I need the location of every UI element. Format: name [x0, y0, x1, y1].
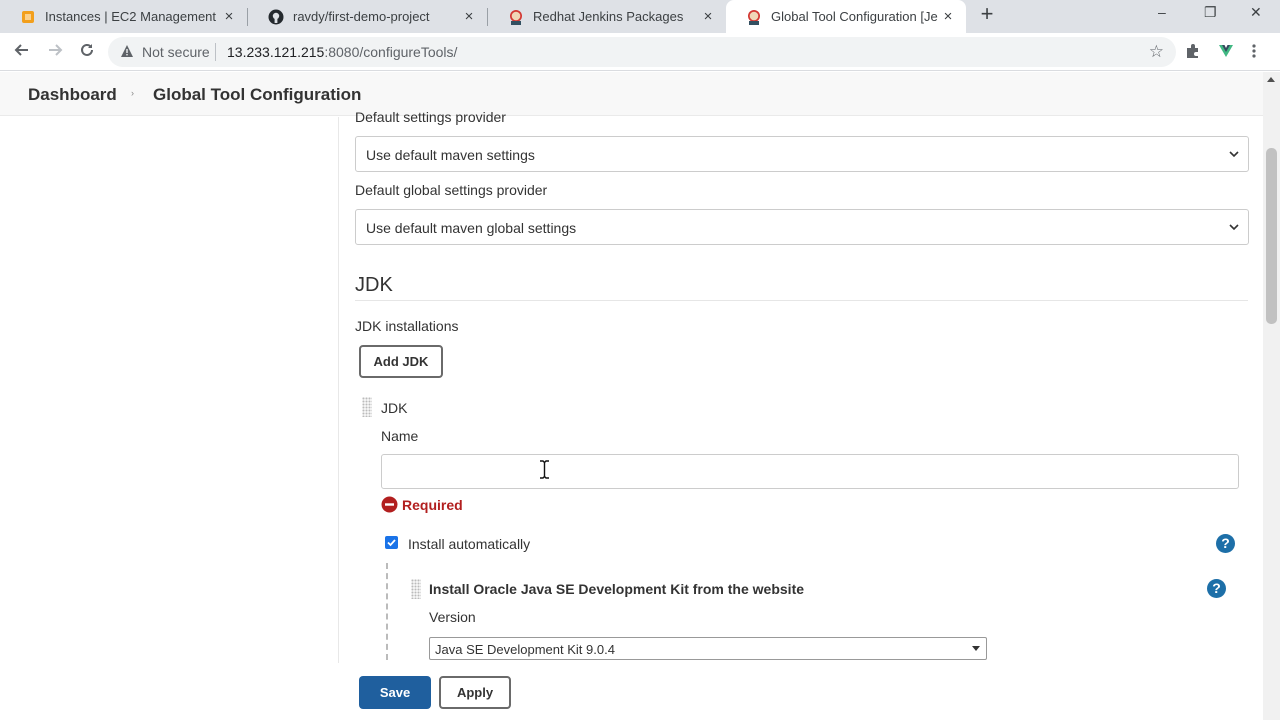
- new-tab-button[interactable]: +: [976, 3, 998, 25]
- version-label: Version: [429, 609, 476, 625]
- jenkins-icon: [508, 9, 524, 25]
- warning-icon: [120, 44, 134, 63]
- url-path: :8080/configureTools/: [324, 44, 458, 60]
- security-status[interactable]: Not secure: [142, 44, 210, 60]
- vue-extension-icon[interactable]: [1218, 43, 1236, 61]
- jdk-name-label: Name: [381, 428, 419, 444]
- restore-icon[interactable]: ❐: [1204, 4, 1217, 21]
- aws-icon: [20, 9, 36, 25]
- back-arrow-icon[interactable]: [11, 41, 33, 63]
- browser-toolbar: Not secure 13.233.121.215:8080/configure…: [0, 33, 1280, 71]
- section-divider: [355, 300, 1248, 301]
- select-value: Java SE Development Kit 9.0.4: [435, 642, 615, 657]
- default-global-settings-provider-label: Default global settings provider: [355, 182, 548, 198]
- chevron-down-icon: [972, 646, 980, 651]
- tab-title: ravdy/first-demo-project: [293, 9, 430, 24]
- drag-handle-icon[interactable]: [362, 397, 372, 417]
- github-icon: [268, 9, 284, 25]
- default-global-settings-provider-select[interactable]: Use default maven global settings: [355, 209, 1249, 245]
- jdk-item-title: JDK: [381, 400, 408, 416]
- help-icon[interactable]: ?: [1207, 579, 1226, 598]
- jdk-section-title: JDK: [355, 274, 393, 296]
- required-text: Required: [402, 496, 463, 513]
- select-value: Use default maven settings: [366, 147, 535, 163]
- installer-border: [386, 563, 388, 660]
- minimize-icon[interactable]: –: [1158, 4, 1166, 20]
- apply-button[interactable]: Apply: [439, 676, 511, 709]
- forward-arrow-icon[interactable]: [44, 41, 66, 63]
- checkmark-icon: [387, 539, 396, 547]
- scroll-up-arrow-icon[interactable]: [1267, 77, 1275, 82]
- close-icon[interactable]: ×: [219, 8, 239, 25]
- tab-github-project[interactable]: ravdy/first-demo-project ×: [248, 0, 487, 33]
- tab-title: Redhat Jenkins Packages: [533, 9, 684, 24]
- tab-ec2-instances[interactable]: Instances | EC2 Management Con ×: [0, 0, 247, 33]
- version-select[interactable]: Java SE Development Kit 9.0.4: [429, 637, 987, 660]
- required-validation-message: Required: [381, 496, 463, 513]
- jdk-name-input[interactable]: [381, 454, 1239, 489]
- default-settings-provider-select[interactable]: Use default maven settings: [355, 136, 1249, 172]
- error-icon: [381, 496, 398, 513]
- menu-kebab-icon[interactable]: [1251, 43, 1269, 61]
- browser-tab-strip: Instances | EC2 Management Con × ravdy/f…: [0, 0, 1280, 33]
- tab-title: Instances | EC2 Management Con: [45, 9, 219, 24]
- breadcrumb: Dashboard › Global Tool Configuration: [0, 72, 1263, 116]
- default-settings-provider-label: Default settings provider: [355, 109, 506, 125]
- tab-global-tool-configuration[interactable]: Global Tool Configuration [Jenkin ×: [726, 0, 966, 33]
- window-close-icon[interactable]: ✕: [1250, 4, 1262, 21]
- scrollbar-thumb[interactable]: [1266, 148, 1277, 324]
- reload-icon[interactable]: [76, 41, 98, 63]
- side-panel: [0, 117, 338, 720]
- drag-handle-icon[interactable]: [411, 579, 421, 599]
- help-icon[interactable]: ?: [1216, 534, 1235, 553]
- tab-title: Global Tool Configuration [Jenkin: [771, 9, 938, 24]
- installer-title: Install Oracle Java SE Development Kit f…: [429, 581, 805, 597]
- bookmark-star-icon[interactable]: ☆: [1149, 42, 1164, 62]
- jenkins-icon: [746, 9, 762, 25]
- main-panel: [338, 117, 1263, 720]
- text-cursor-icon: [540, 460, 549, 479]
- address-bar[interactable]: Not secure 13.233.121.215:8080/configure…: [108, 37, 1176, 67]
- url-host: 13.233.121.215: [227, 44, 325, 60]
- install-automatically-label[interactable]: Install automatically: [408, 536, 530, 552]
- divider: [215, 43, 216, 61]
- breadcrumb-separator-icon: ›: [131, 88, 134, 98]
- chevron-down-icon: [1229, 151, 1239, 158]
- close-icon[interactable]: ×: [459, 8, 479, 25]
- breadcrumb-global-tool-configuration[interactable]: Global Tool Configuration: [153, 85, 361, 105]
- close-icon[interactable]: ×: [938, 8, 958, 25]
- breadcrumb-dashboard[interactable]: Dashboard: [28, 85, 117, 105]
- save-button[interactable]: Save: [359, 676, 431, 709]
- chevron-down-icon: [1229, 224, 1239, 231]
- jdk-installations-label: JDK installations: [355, 318, 459, 334]
- tab-redhat-jenkins[interactable]: Redhat Jenkins Packages ×: [488, 0, 726, 33]
- install-automatically-checkbox[interactable]: [385, 536, 398, 549]
- url-text[interactable]: 13.233.121.215:8080/configureTools/: [227, 44, 457, 60]
- select-value: Use default maven global settings: [366, 220, 577, 236]
- close-icon[interactable]: ×: [698, 8, 718, 25]
- extensions-puzzle-icon[interactable]: [1185, 43, 1203, 61]
- add-jdk-button[interactable]: Add JDK: [359, 345, 443, 378]
